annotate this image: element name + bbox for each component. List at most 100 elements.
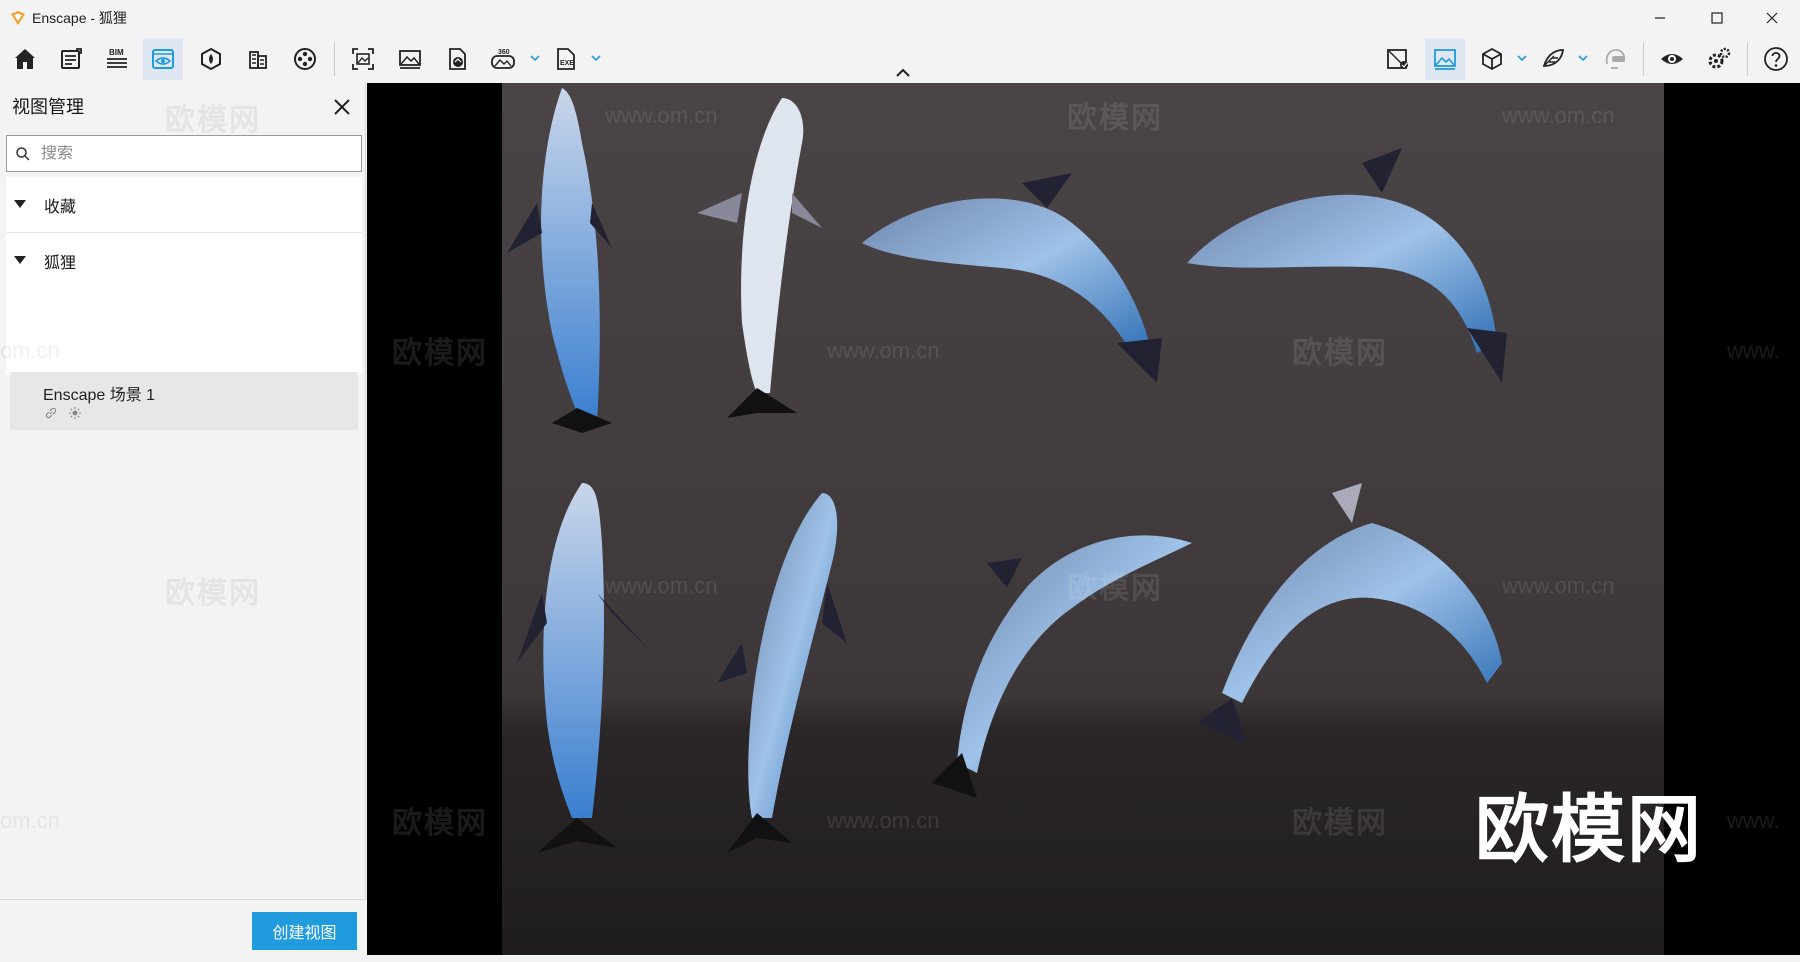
cube-view-button[interactable] [1472, 38, 1512, 80]
capture-button[interactable] [1425, 38, 1465, 80]
panorama-360-icon: 360 [491, 49, 515, 69]
watermark: 欧模网 [1067, 102, 1163, 135]
watermark-url-cut: om.cn [0, 808, 60, 833]
home-button[interactable] [5, 38, 45, 80]
toolbar-separator [1643, 42, 1644, 76]
favorites-label: 收藏 [44, 199, 77, 216]
watermark-url-cut: om.cn [0, 338, 60, 363]
panorama-360-button[interactable]: 360 [483, 38, 523, 80]
toolbar-separator [1747, 42, 1748, 76]
panel-footer: 创建视图 [0, 899, 366, 962]
dolphin [517, 483, 652, 853]
sun-icon [69, 407, 81, 419]
chevron-down-icon [591, 55, 601, 62]
general-settings-button[interactable] [1699, 38, 1739, 80]
large-watermark: 欧模网 [1475, 788, 1703, 871]
watermark-url: www.om.cn [605, 573, 718, 598]
asset-library-button[interactable] [51, 38, 91, 80]
watermark-url: www.om.cn [827, 338, 940, 363]
material-button[interactable] [191, 38, 231, 80]
caret-down-icon [14, 256, 26, 264]
title-bar: Enscape - 狐狸 [0, 0, 1800, 36]
vr-headset-icon [1605, 49, 1626, 69]
minimize-button[interactable] [1634, 0, 1686, 36]
watermark-url: www.om.cn [605, 103, 718, 128]
visual-settings-button[interactable] [1652, 38, 1692, 80]
watermark: 欧模网 [392, 337, 488, 370]
annotation-dropdown-caret[interactable] [1577, 52, 1589, 64]
dolphin [697, 98, 822, 418]
chevron-down-icon [530, 55, 540, 62]
view-name: Enscape 场景 1 [43, 387, 156, 404]
window-title: Enscape - 狐狸 [32, 10, 127, 26]
screenshot-icon [352, 48, 374, 70]
bim-button[interactable]: BIM [97, 38, 137, 80]
dolphin [717, 493, 847, 853]
sync-views-icon [1387, 49, 1408, 69]
dolphin [507, 88, 612, 433]
enscape-logo-icon [11, 11, 25, 25]
create-view-button[interactable]: 创建视图 [252, 912, 357, 950]
watermark: 欧模网 [165, 577, 261, 610]
panel-title: 视图管理 [12, 97, 84, 117]
annotation-button[interactable] [1533, 38, 1573, 80]
watermark-url: www.om.cn [1502, 103, 1615, 128]
minimize-icon [1655, 17, 1665, 19]
help-icon [1764, 47, 1788, 71]
svg-text:360: 360 [498, 49, 510, 56]
site-context-button[interactable] [238, 38, 278, 80]
asset-library-icon [61, 48, 82, 69]
cube-dropdown-caret[interactable] [1516, 52, 1528, 64]
link-icon [45, 407, 57, 419]
bim-icon: BIM [107, 48, 127, 68]
watermark: 欧模网 [1067, 572, 1163, 605]
search-icon [16, 146, 30, 161]
cube-view-icon [1482, 47, 1502, 71]
maximize-icon [1711, 12, 1723, 24]
watermark-url-cut: www. [1727, 338, 1780, 363]
search-box [6, 135, 362, 172]
export-exe-button[interactable]: EXE [546, 38, 586, 80]
collapse-toolbar-chevron-icon[interactable] [893, 66, 913, 80]
export-dropdown-caret[interactable] [590, 52, 602, 64]
sync-views-button[interactable] [1378, 38, 1418, 80]
svg-text:BIM: BIM [109, 48, 124, 57]
dolphin [1197, 483, 1502, 743]
chevron-down-icon [1517, 55, 1527, 62]
watermark-url: www.om.cn [1502, 573, 1615, 598]
group-label: 狐狸 [44, 255, 77, 272]
view-list-item[interactable]: Enscape 场景 1 [10, 372, 358, 430]
svg-text:EXE: EXE [560, 60, 574, 67]
close-panel-icon[interactable] [330, 95, 354, 119]
close-icon [1766, 12, 1778, 24]
batch-render-button[interactable] [390, 38, 430, 80]
general-settings-icon [1708, 47, 1731, 69]
watermark: 欧模网 [392, 807, 488, 840]
screenshot-button[interactable] [343, 38, 383, 80]
watermark-url: www.om.cn [827, 808, 940, 833]
watermark: 欧模网 [1292, 337, 1388, 370]
watermark: 欧模网 [1292, 807, 1388, 840]
window-bottom-edge [0, 955, 1800, 962]
capture-icon [1434, 49, 1456, 70]
material-icon [201, 47, 221, 71]
video-editor-button[interactable] [285, 38, 325, 80]
watermark-url-cut: www. [1727, 808, 1780, 833]
caret-down-icon [14, 200, 26, 208]
watermark: 欧模网 [165, 104, 261, 137]
collaborative-annotation-icon [1542, 49, 1565, 67]
favorites-section[interactable]: 收藏 [6, 177, 362, 233]
site-context-icon [249, 51, 267, 69]
panorama-dropdown-caret[interactable] [529, 52, 541, 64]
help-button[interactable] [1756, 38, 1796, 80]
vr-headset-button[interactable] [1595, 38, 1635, 80]
web-standalone-button[interactable] [437, 38, 477, 80]
views-icon [152, 49, 174, 69]
maximize-button[interactable] [1691, 0, 1743, 36]
views-button[interactable] [143, 38, 183, 80]
close-window-button[interactable] [1746, 0, 1798, 36]
search-input[interactable] [41, 144, 331, 163]
web-standalone-icon [449, 48, 466, 70]
export-exe-icon: EXE [557, 48, 575, 70]
toolbar-separator [334, 42, 335, 76]
